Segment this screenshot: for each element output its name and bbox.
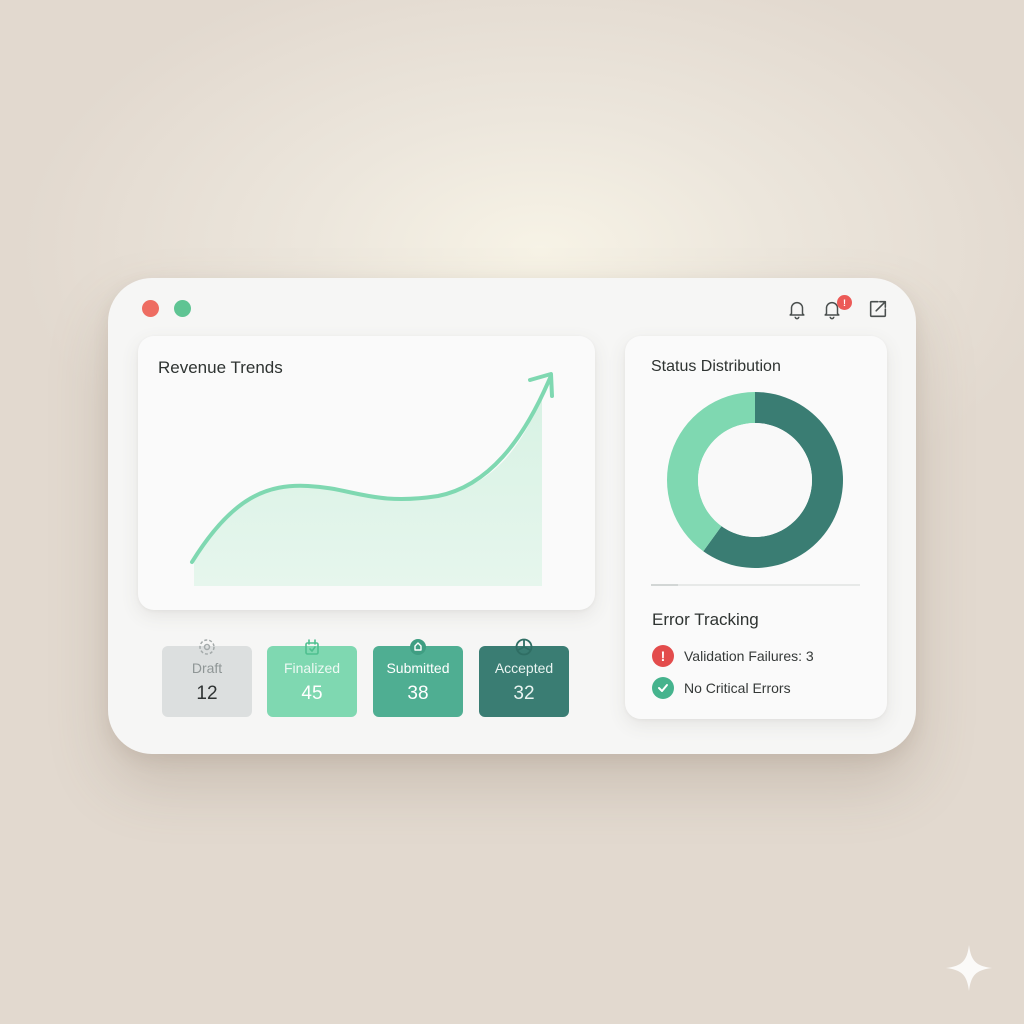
stat-label: Finalized xyxy=(283,660,341,676)
stat-card-submitted[interactable]: Submitted 38 xyxy=(373,639,463,717)
status-error-card: Status Distribution Error Tracking ! Val… xyxy=(625,336,887,719)
draft-icon xyxy=(199,639,215,655)
donut-center xyxy=(698,423,812,537)
revenue-trend-chart xyxy=(190,372,554,586)
stat-card-accepted[interactable]: Accepted 32 xyxy=(479,638,569,717)
stat-value: 12 xyxy=(196,683,218,704)
bell-icon[interactable] xyxy=(786,298,808,320)
validation-failures-text: Validation Failures: 3 xyxy=(684,648,814,664)
dashboard-window: ! Revenue Trends Draft 12 Finalized 45 S… xyxy=(108,278,916,754)
error-tracking-title: Error Tracking xyxy=(652,610,759,629)
notification-badge: ! xyxy=(837,295,852,310)
finalized-icon xyxy=(305,639,319,655)
window-close-dot[interactable] xyxy=(142,300,159,317)
submitted-icon xyxy=(410,639,426,655)
alert-icon: ! xyxy=(652,645,674,667)
critical-errors-row[interactable]: No Critical Errors xyxy=(652,676,791,700)
stat-value: 32 xyxy=(513,683,535,704)
external-link-icon[interactable] xyxy=(867,298,889,320)
validation-failures-row[interactable]: ! Validation Failures: 3 xyxy=(652,644,814,668)
stat-card-draft[interactable]: Draft 12 xyxy=(162,639,252,717)
critical-errors-text: No Critical Errors xyxy=(684,680,791,696)
status-donut-chart xyxy=(667,392,843,568)
window-maximize-dot[interactable] xyxy=(174,300,191,317)
status-divider xyxy=(651,584,860,586)
status-distribution-title: Status Distribution xyxy=(651,358,781,375)
stat-value: 45 xyxy=(301,683,323,704)
stat-card-finalized[interactable]: Finalized 45 xyxy=(267,639,357,717)
revenue-trends-card: Revenue Trends xyxy=(138,336,595,610)
stat-label: Draft xyxy=(191,660,223,676)
stat-value: 38 xyxy=(407,683,429,704)
status-progress-fill xyxy=(651,584,679,586)
sparkle-icon xyxy=(946,945,992,991)
accepted-icon xyxy=(515,638,533,656)
check-icon xyxy=(652,677,674,699)
stat-label: Accepted xyxy=(494,660,554,676)
stat-label: Submitted xyxy=(386,660,450,676)
revenue-trend-area xyxy=(194,396,542,586)
